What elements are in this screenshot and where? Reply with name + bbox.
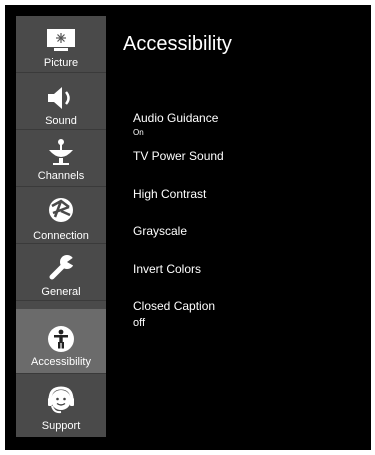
setting-high-contrast[interactable]: High Contrast: [133, 187, 206, 201]
sidebar-item-label: General: [41, 286, 81, 298]
sidebar-item-sound[interactable]: Sound: [16, 73, 106, 130]
setting-audio-guidance[interactable]: Audio Guidance: [133, 111, 218, 125]
sidebar-item-label: Support: [41, 420, 81, 432]
sidebar-item-connection[interactable]: Connection: [16, 187, 106, 244]
setting-grayscale[interactable]: Grayscale: [133, 224, 187, 238]
sidebar-item-general[interactable]: General: [16, 244, 106, 301]
sidebar-item-support[interactable]: Support: [16, 374, 106, 432]
setting-value: off: [133, 317, 146, 329]
headset-icon: [46, 386, 76, 419]
speaker-icon: [46, 85, 76, 116]
page-title: Accessibility: [123, 33, 232, 55]
accessibility-icon: [47, 325, 75, 358]
sidebar-item-picture[interactable]: Picture: [16, 16, 106, 73]
sidebar-item-label: Sound: [45, 115, 77, 127]
picture-icon: [46, 28, 76, 59]
setting-closed-caption[interactable]: Closed Caption: [133, 299, 215, 313]
setting-value: On: [133, 128, 144, 137]
sidebar-item-label: Connection: [33, 230, 89, 242]
sidebar-item-label: Channels: [37, 170, 85, 182]
sidebar-item-accessibility[interactable]: Accessibility: [16, 309, 106, 374]
globe-network-icon: [48, 197, 74, 228]
settings-sidebar: Picture Sound Channels Connection Genera…: [16, 16, 106, 437]
wrench-icon: [47, 254, 75, 287]
setting-invert-colors[interactable]: Invert Colors: [133, 262, 201, 276]
satellite-dish-icon: [46, 138, 76, 171]
tv-settings-screen: Picture Sound Channels Connection Genera…: [5, 5, 371, 450]
sidebar-item-channels[interactable]: Channels: [16, 130, 106, 187]
setting-tv-power-sound[interactable]: TV Power Sound: [133, 149, 224, 163]
sidebar-item-label: Picture: [43, 57, 79, 69]
sidebar-item-label: Accessibility: [31, 356, 91, 368]
